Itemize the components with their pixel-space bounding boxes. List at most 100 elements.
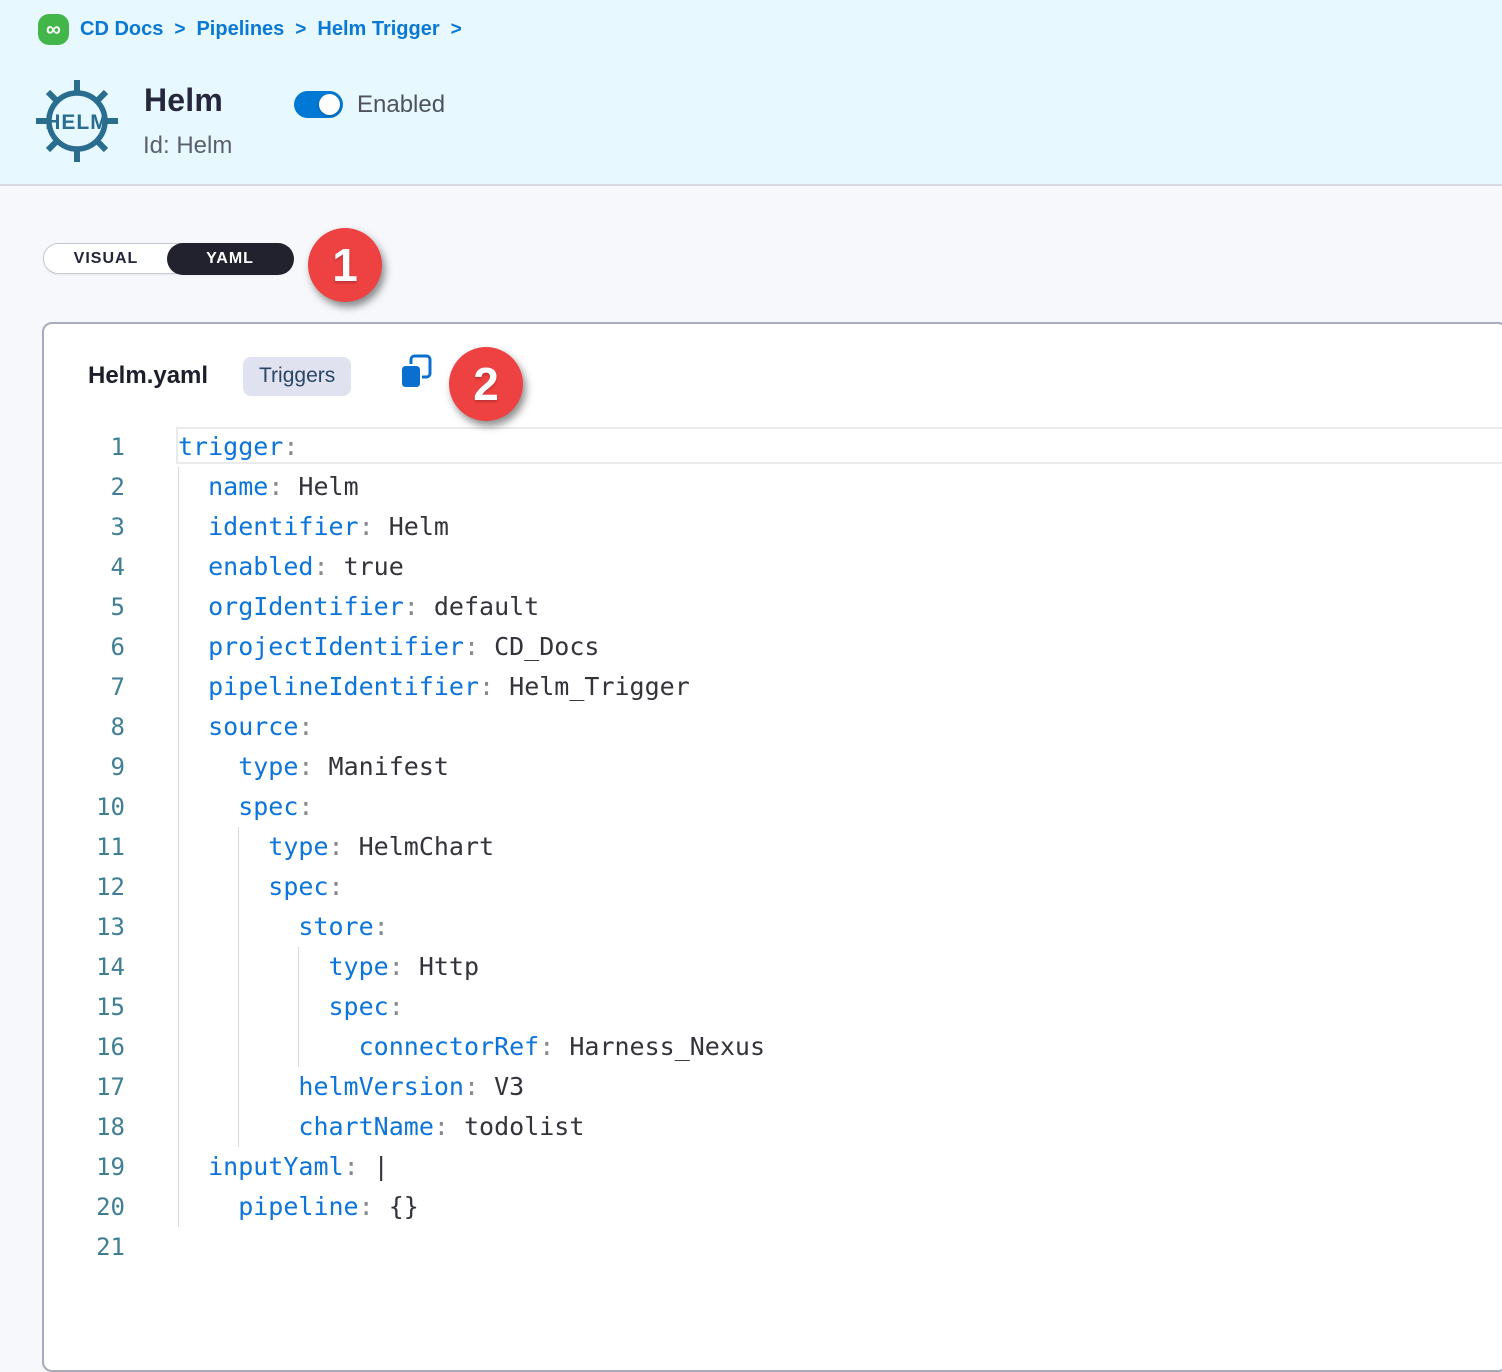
yaml-key: type <box>238 752 298 781</box>
indent-guide <box>178 747 179 787</box>
code-line[interactable]: 4enabled: true <box>44 547 1502 587</box>
code-line[interactable]: 11type: HelmChart <box>44 827 1502 867</box>
line-number: 20 <box>44 1193 125 1221</box>
code-line[interactable]: 17helmVersion: V3 <box>44 1067 1502 1107</box>
tab-visual[interactable]: VISUAL <box>44 244 168 273</box>
line-number: 15 <box>44 993 125 1021</box>
toggle-knob <box>319 94 340 115</box>
code-line[interactable]: 6projectIdentifier: CD_Docs <box>44 627 1502 667</box>
code-line[interactable]: 10spec: <box>44 787 1502 827</box>
code-line[interactable]: 15spec: <box>44 987 1502 1027</box>
breadcrumb-separator: > <box>295 19 306 41</box>
yaml-colon: : <box>359 512 374 541</box>
breadcrumb-separator: > <box>451 19 462 41</box>
breadcrumb-separator: > <box>174 19 185 41</box>
line-number: 4 <box>44 553 125 581</box>
indent-guide <box>238 1067 239 1107</box>
code-line[interactable]: 21 <box>44 1227 1502 1267</box>
yaml-colon: : <box>283 432 298 461</box>
yaml-colon: : <box>298 712 313 741</box>
yaml-key: type <box>268 832 328 861</box>
indent-guide <box>238 867 239 907</box>
yaml-value: true <box>329 552 404 581</box>
yaml-colon: : <box>298 792 313 821</box>
indent-guide <box>178 907 179 947</box>
indent-guide <box>238 907 239 947</box>
code-line[interactable]: 8source: <box>44 707 1502 747</box>
line-number: 5 <box>44 593 125 621</box>
indent-guide <box>238 987 239 1027</box>
code-line[interactable]: 5orgIdentifier: default <box>44 587 1502 627</box>
indent-guide <box>238 827 239 867</box>
yaml-value: CD_Docs <box>479 632 599 661</box>
indent-guide <box>178 1187 179 1227</box>
yaml-key: orgIdentifier <box>208 592 404 621</box>
page-title: Helm <box>144 82 223 119</box>
breadcrumb-link-project[interactable]: CD Docs <box>80 18 163 41</box>
indent-guide <box>178 827 179 867</box>
yaml-colon: : <box>298 752 313 781</box>
copy-icon[interactable] <box>398 353 436 393</box>
indent-guide <box>298 947 299 987</box>
yaml-value: V3 <box>479 1072 524 1101</box>
enabled-label: Enabled <box>357 91 445 119</box>
yaml-key: spec <box>268 872 328 901</box>
indent-guide <box>238 947 239 987</box>
yaml-colon: : <box>313 552 328 581</box>
line-number: 3 <box>44 513 125 541</box>
indent-guide <box>178 787 179 827</box>
line-number: 7 <box>44 673 125 701</box>
indent-guide <box>298 987 299 1027</box>
yaml-colon: : <box>479 672 494 701</box>
code-line[interactable]: 3identifier: Helm <box>44 507 1502 547</box>
yaml-colon: : <box>329 872 344 901</box>
cd-module-icon: ∞ <box>38 14 69 45</box>
code-line[interactable]: 2name: Helm <box>44 467 1502 507</box>
yaml-key: pipeline <box>238 1192 358 1221</box>
code-lines: 1trigger:2name: Helm 3 identifier: Helm 4en… <box>44 427 1502 1267</box>
code-line[interactable]: 16 connectorRef: Harness_Nexus <box>44 1027 1502 1067</box>
code-line[interactable]: 18chartName: todolist <box>44 1107 1502 1147</box>
code-line[interactable]: 9type: Manifest <box>44 747 1502 787</box>
line-number: 18 <box>44 1113 125 1141</box>
line-number: 16 <box>44 1033 125 1061</box>
yaml-value: Helm <box>283 472 358 501</box>
yaml-colon: : <box>374 912 389 941</box>
indent-guide <box>178 1147 179 1187</box>
yaml-key: type <box>329 952 389 981</box>
yaml-colon: : <box>389 952 404 981</box>
indent-guide <box>178 507 179 547</box>
yaml-editor-panel: Helm.yaml Triggers 1trigger:2name: Helm3… <box>42 322 1502 1372</box>
indent-guide <box>178 867 179 907</box>
yaml-colon: : <box>344 1152 359 1181</box>
line-number: 19 <box>44 1153 125 1181</box>
triggers-tag: Triggers <box>243 357 351 396</box>
yaml-key: trigger <box>178 432 283 461</box>
enabled-toggle[interactable] <box>294 91 343 118</box>
line-number: 6 <box>44 633 125 661</box>
line-number: 14 <box>44 953 125 981</box>
tab-yaml[interactable]: YAML <box>167 243 294 275</box>
yaml-key: chartName <box>298 1112 433 1141</box>
code-line[interactable]: 14type: Http <box>44 947 1502 987</box>
code-line[interactable]: 1trigger: <box>44 427 1502 467</box>
yaml-value: Harness_Nexus <box>554 1032 765 1061</box>
svg-text:HELM: HELM <box>45 111 109 134</box>
line-number: 10 <box>44 793 125 821</box>
breadcrumb-link-pipeline[interactable]: Helm Trigger <box>317 18 439 41</box>
yaml-key: name <box>208 472 268 501</box>
code-line[interactable]: 20pipeline: {} <box>44 1187 1502 1227</box>
code-line[interactable]: 19inputYaml: | <box>44 1147 1502 1187</box>
code-line[interactable]: 13store: <box>44 907 1502 947</box>
code-line[interactable]: 12 spec: <box>44 867 1502 907</box>
line-number: 12 <box>44 873 125 901</box>
yaml-key: identifier <box>208 512 359 541</box>
yaml-colon: : <box>329 832 344 861</box>
infinity-glyph: ∞ <box>46 19 61 40</box>
yaml-colon: : <box>539 1032 554 1061</box>
indent-guide <box>178 947 179 987</box>
yaml-key: connectorRef <box>359 1032 540 1061</box>
yaml-key: spec <box>329 992 389 1021</box>
breadcrumb-link-pipelines[interactable]: Pipelines <box>196 18 284 41</box>
code-line[interactable]: 7pipelineIdentifier: Helm_Trigger <box>44 667 1502 707</box>
